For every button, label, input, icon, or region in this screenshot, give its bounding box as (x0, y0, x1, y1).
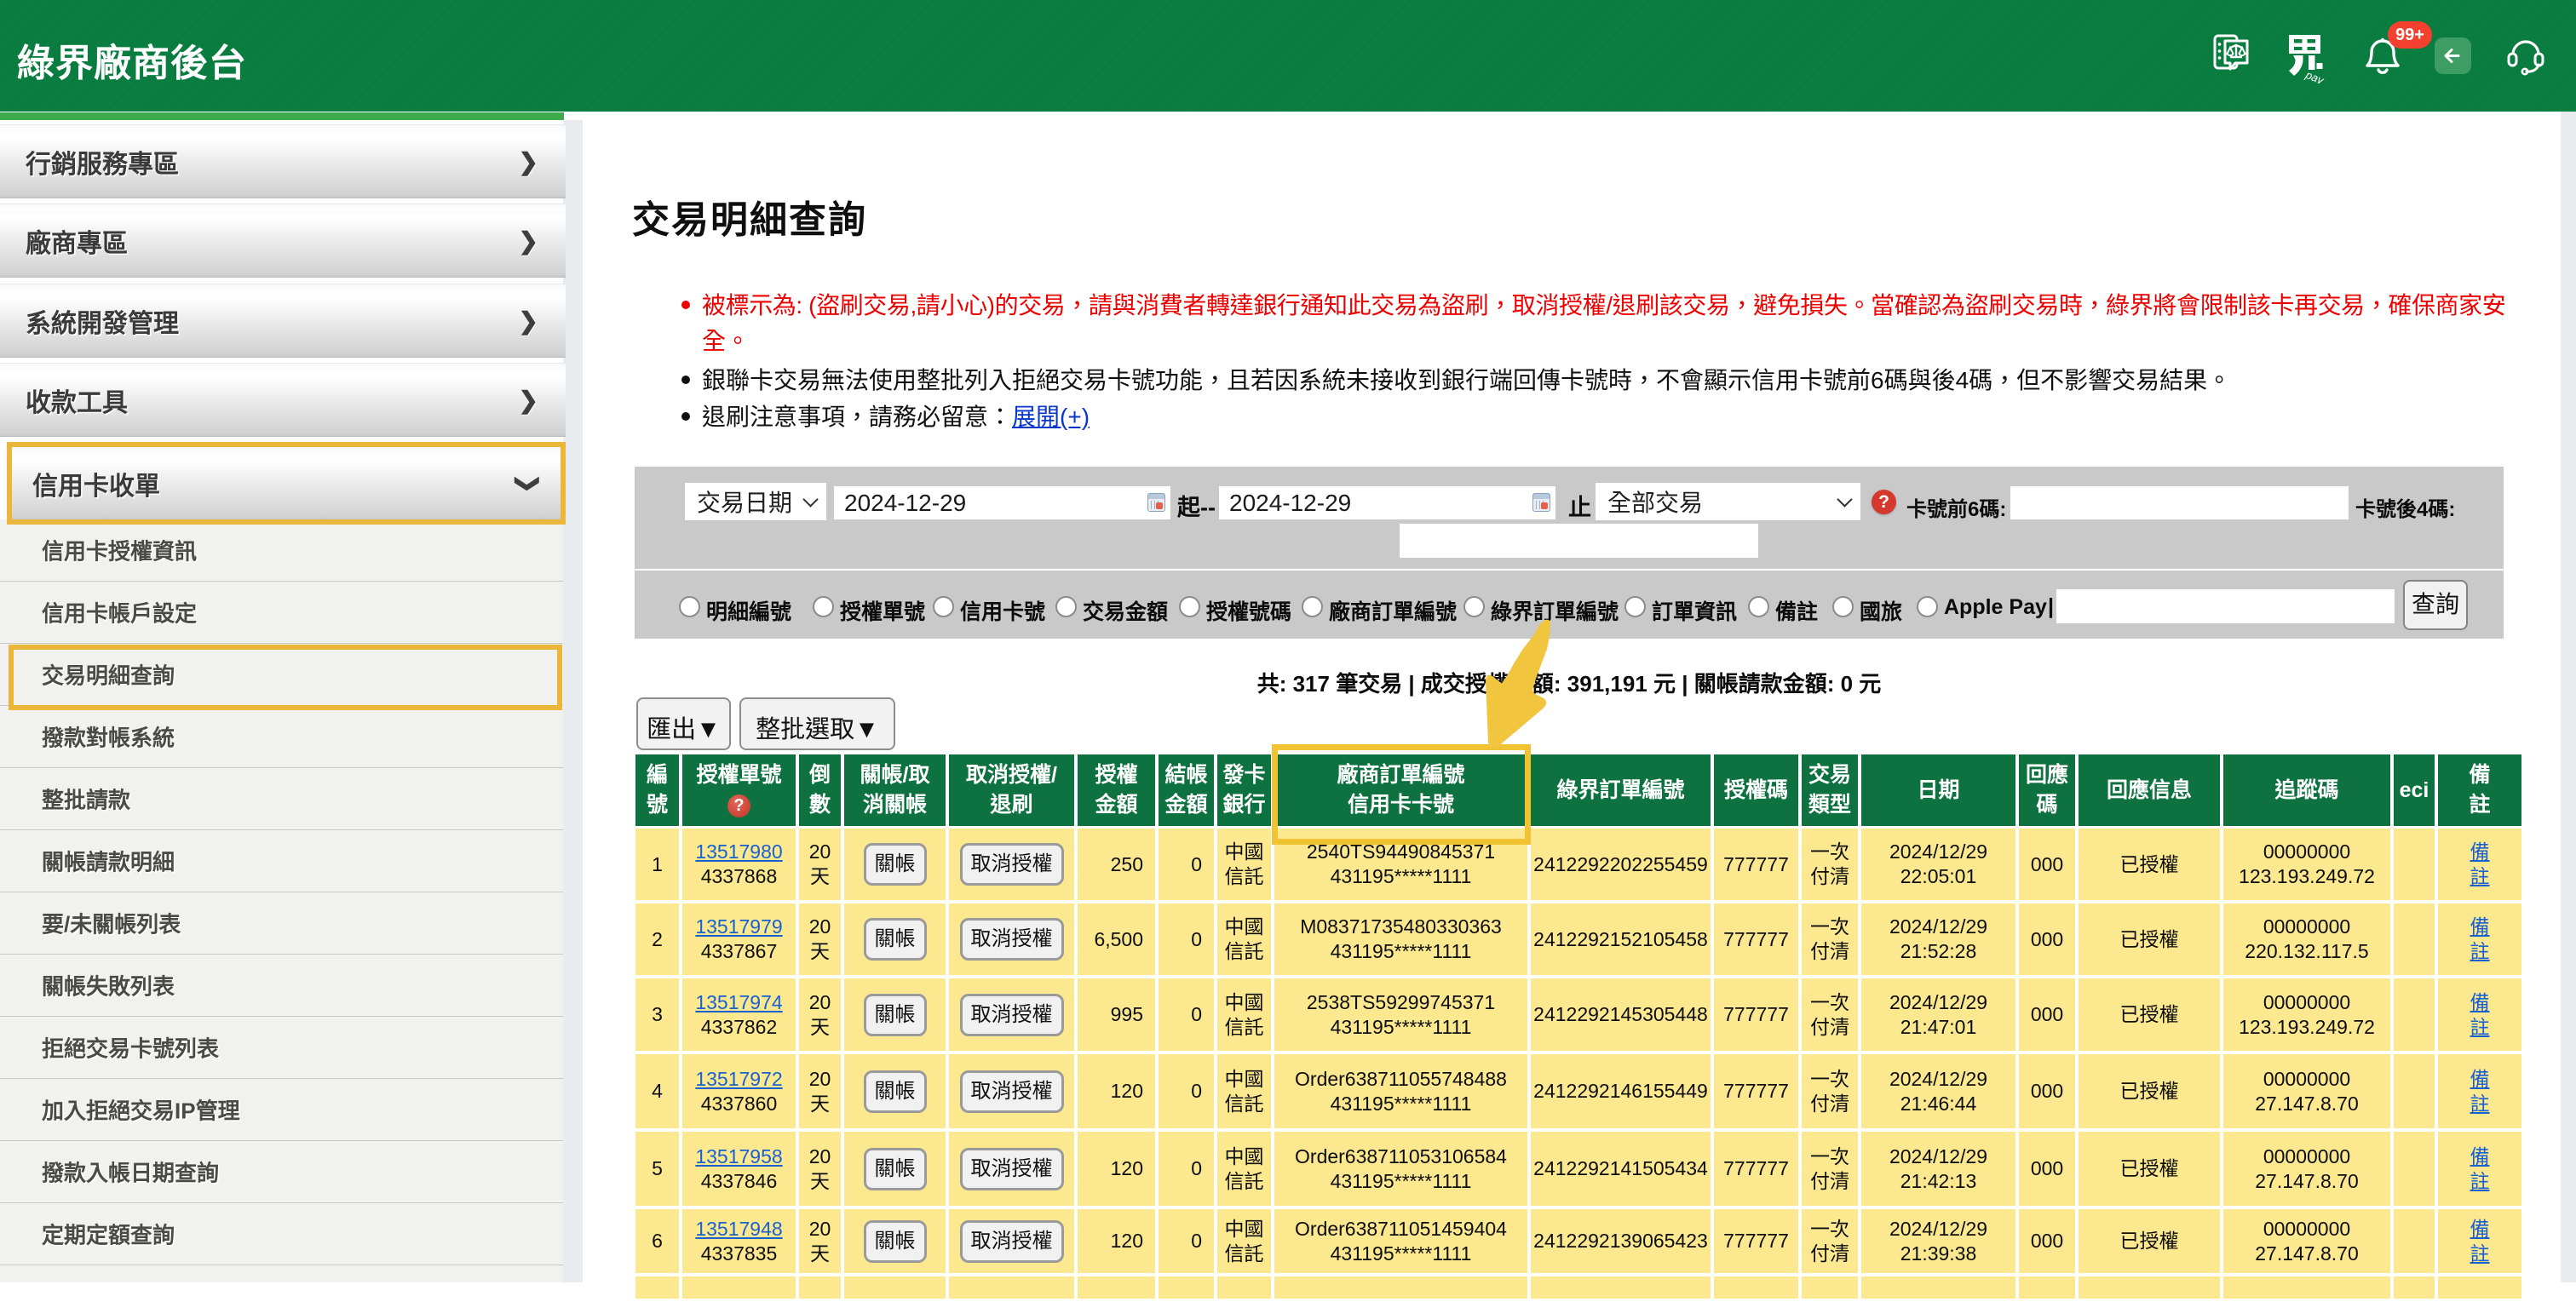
svg-text:pay: pay (2303, 68, 2326, 83)
